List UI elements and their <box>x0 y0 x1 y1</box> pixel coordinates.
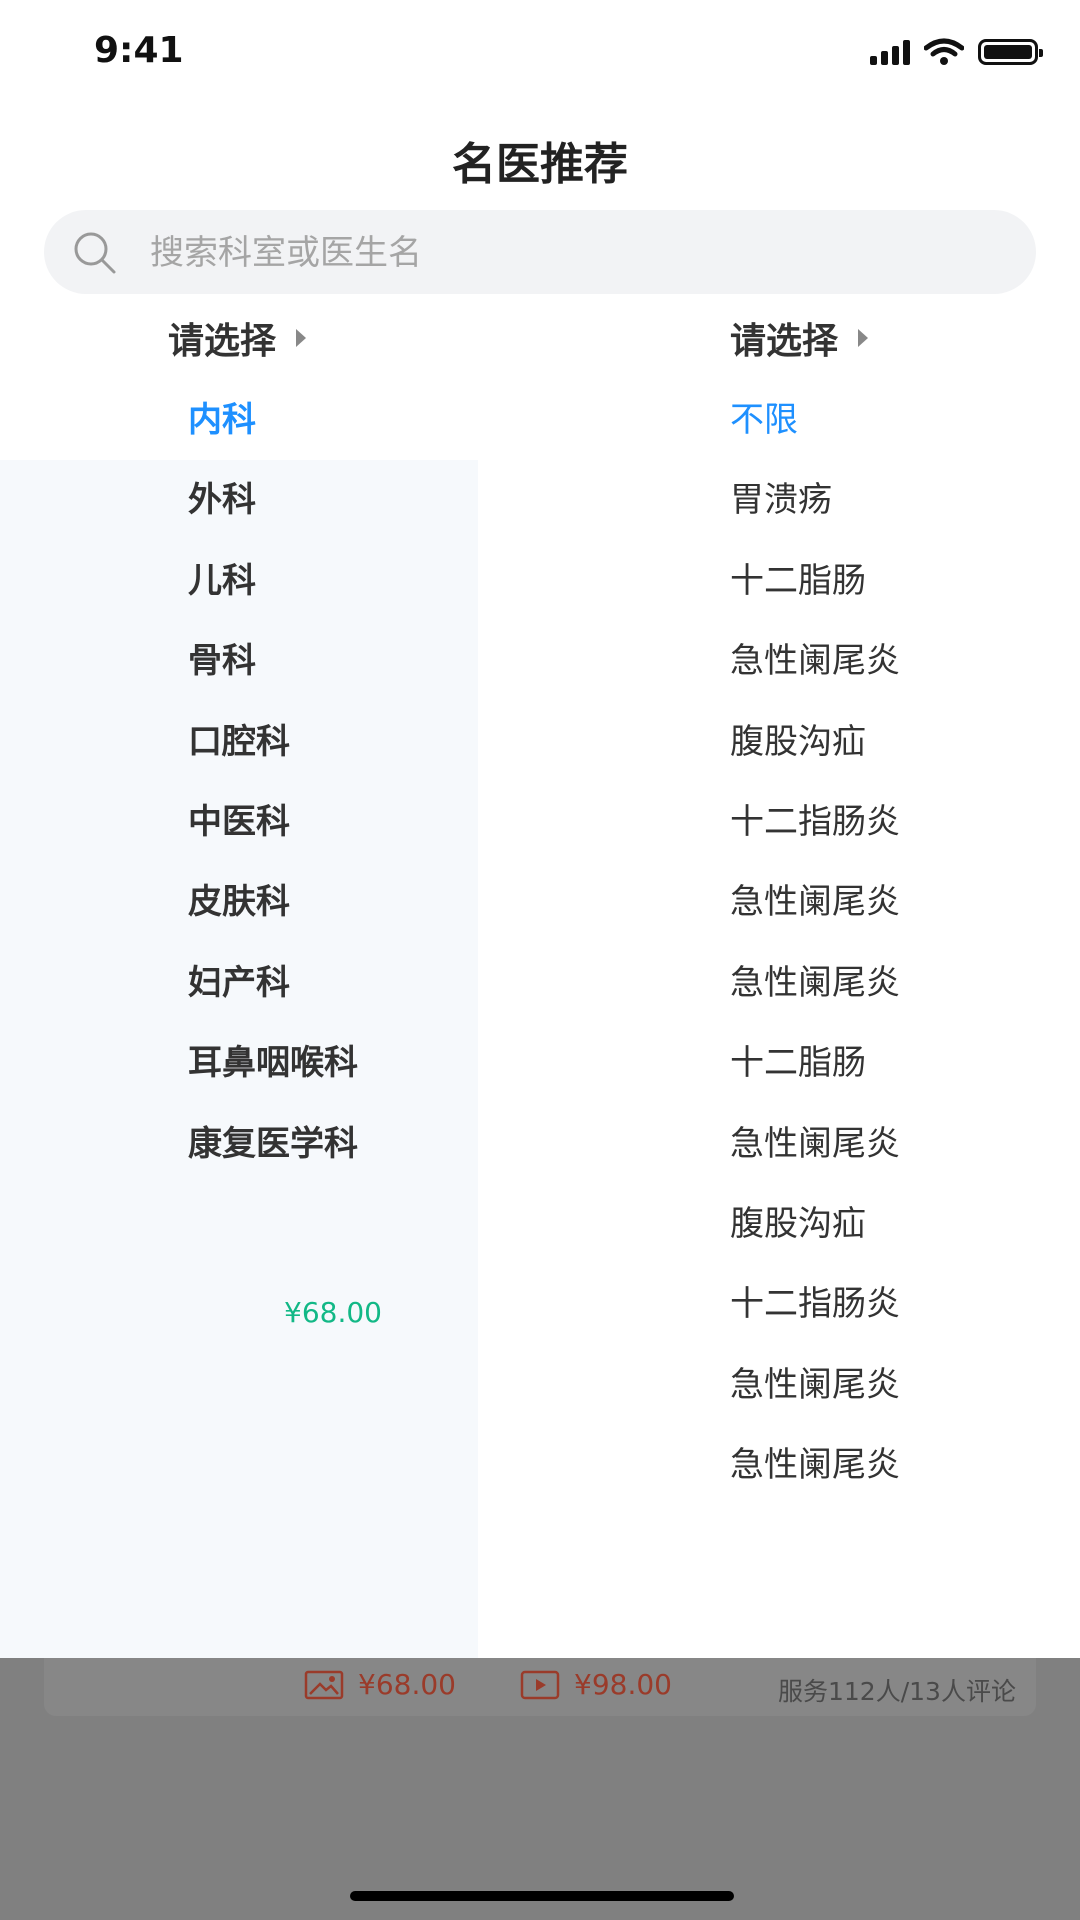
department-item[interactable]: 口腔科 <box>188 702 358 782</box>
search-bar[interactable] <box>44 210 1036 296</box>
disease-item[interactable]: 急性阑尾炎 <box>730 943 900 1023</box>
video-consult-price: ¥98.00 <box>520 1668 672 1701</box>
signal-icon <box>870 39 910 65</box>
home-indicator[interactable] <box>350 1891 734 1901</box>
search-input[interactable] <box>148 210 1012 296</box>
department-filter-label: 请选择 <box>168 321 277 362</box>
department-item[interactable]: 内科 <box>188 380 358 460</box>
status-bar: 9:41 <box>0 0 1080 100</box>
doctor-card: ¥68.00 ¥98.00 服务112人/13人评论 <box>44 1658 1036 1716</box>
search-icon <box>74 232 116 274</box>
status-icons <box>870 38 1043 66</box>
disease-item[interactable]: 急性阑尾炎 <box>730 862 900 942</box>
image-consult-price: ¥68.00 <box>304 1668 456 1701</box>
disease-item[interactable]: 急性阑尾炎 <box>730 1425 900 1505</box>
disease-item[interactable]: 急性阑尾炎 <box>730 1104 900 1184</box>
department-item[interactable]: 妇产科 <box>188 943 358 1023</box>
dim-overlay[interactable]: ¥68.00 ¥98.00 服务112人/13人评论 <box>0 1658 1080 1920</box>
disease-item[interactable]: 不限 <box>730 380 900 460</box>
disease-item[interactable]: 胃溃疡 <box>730 460 900 540</box>
disease-filter[interactable]: 请选择 <box>730 312 869 364</box>
service-stats: 服务112人/13人评论 <box>778 1677 1016 1706</box>
department-item[interactable]: 中医科 <box>188 782 358 862</box>
disease-item[interactable]: 腹股沟疝 <box>730 1184 900 1264</box>
department-item[interactable]: 骨科 <box>188 621 358 701</box>
video-icon <box>520 1670 560 1699</box>
price-label: ¥68.00 <box>284 1296 382 1329</box>
department-item[interactable]: 外科 <box>188 460 358 540</box>
status-time: 9:41 <box>94 30 184 71</box>
department-filter[interactable]: 请选择 <box>168 312 307 364</box>
department-item[interactable]: 耳鼻咽喉科 <box>188 1023 358 1103</box>
disease-item[interactable]: 急性阑尾炎 <box>730 621 900 701</box>
disease-item[interactable]: 十二指肠炎 <box>730 1264 900 1344</box>
disease-item[interactable]: 急性阑尾炎 <box>730 1345 900 1425</box>
video-price-text: ¥98.00 <box>574 1668 672 1701</box>
disease-item[interactable]: 十二脂肠 <box>730 541 900 621</box>
page-title: 名医推荐 <box>452 139 628 190</box>
wifi-icon <box>924 38 964 65</box>
department-list: 内科 外科 儿科 骨科 口腔科 中医科 皮肤科 妇产科 耳鼻咽喉科 康复医学科 <box>188 380 358 1184</box>
image-price-text: ¥68.00 <box>358 1668 456 1701</box>
battery-icon <box>978 39 1043 65</box>
caret-right-icon <box>858 329 869 347</box>
disease-item[interactable]: 腹股沟疝 <box>730 702 900 782</box>
image-icon <box>304 1670 344 1699</box>
department-item[interactable]: 儿科 <box>188 541 358 621</box>
disease-item[interactable]: 十二脂肠 <box>730 1023 900 1103</box>
department-item[interactable]: 皮肤科 <box>188 862 358 942</box>
caret-right-icon <box>296 329 307 347</box>
disease-filter-label: 请选择 <box>730 321 839 362</box>
department-item[interactable]: 康复医学科 <box>188 1104 358 1184</box>
disease-item[interactable]: 十二指肠炎 <box>730 782 900 862</box>
disease-list: 不限 胃溃疡 十二脂肠 急性阑尾炎 腹股沟疝 十二指肠炎 急性阑尾炎 急性阑尾炎 十二脂肠 急性阑… <box>730 380 900 1505</box>
